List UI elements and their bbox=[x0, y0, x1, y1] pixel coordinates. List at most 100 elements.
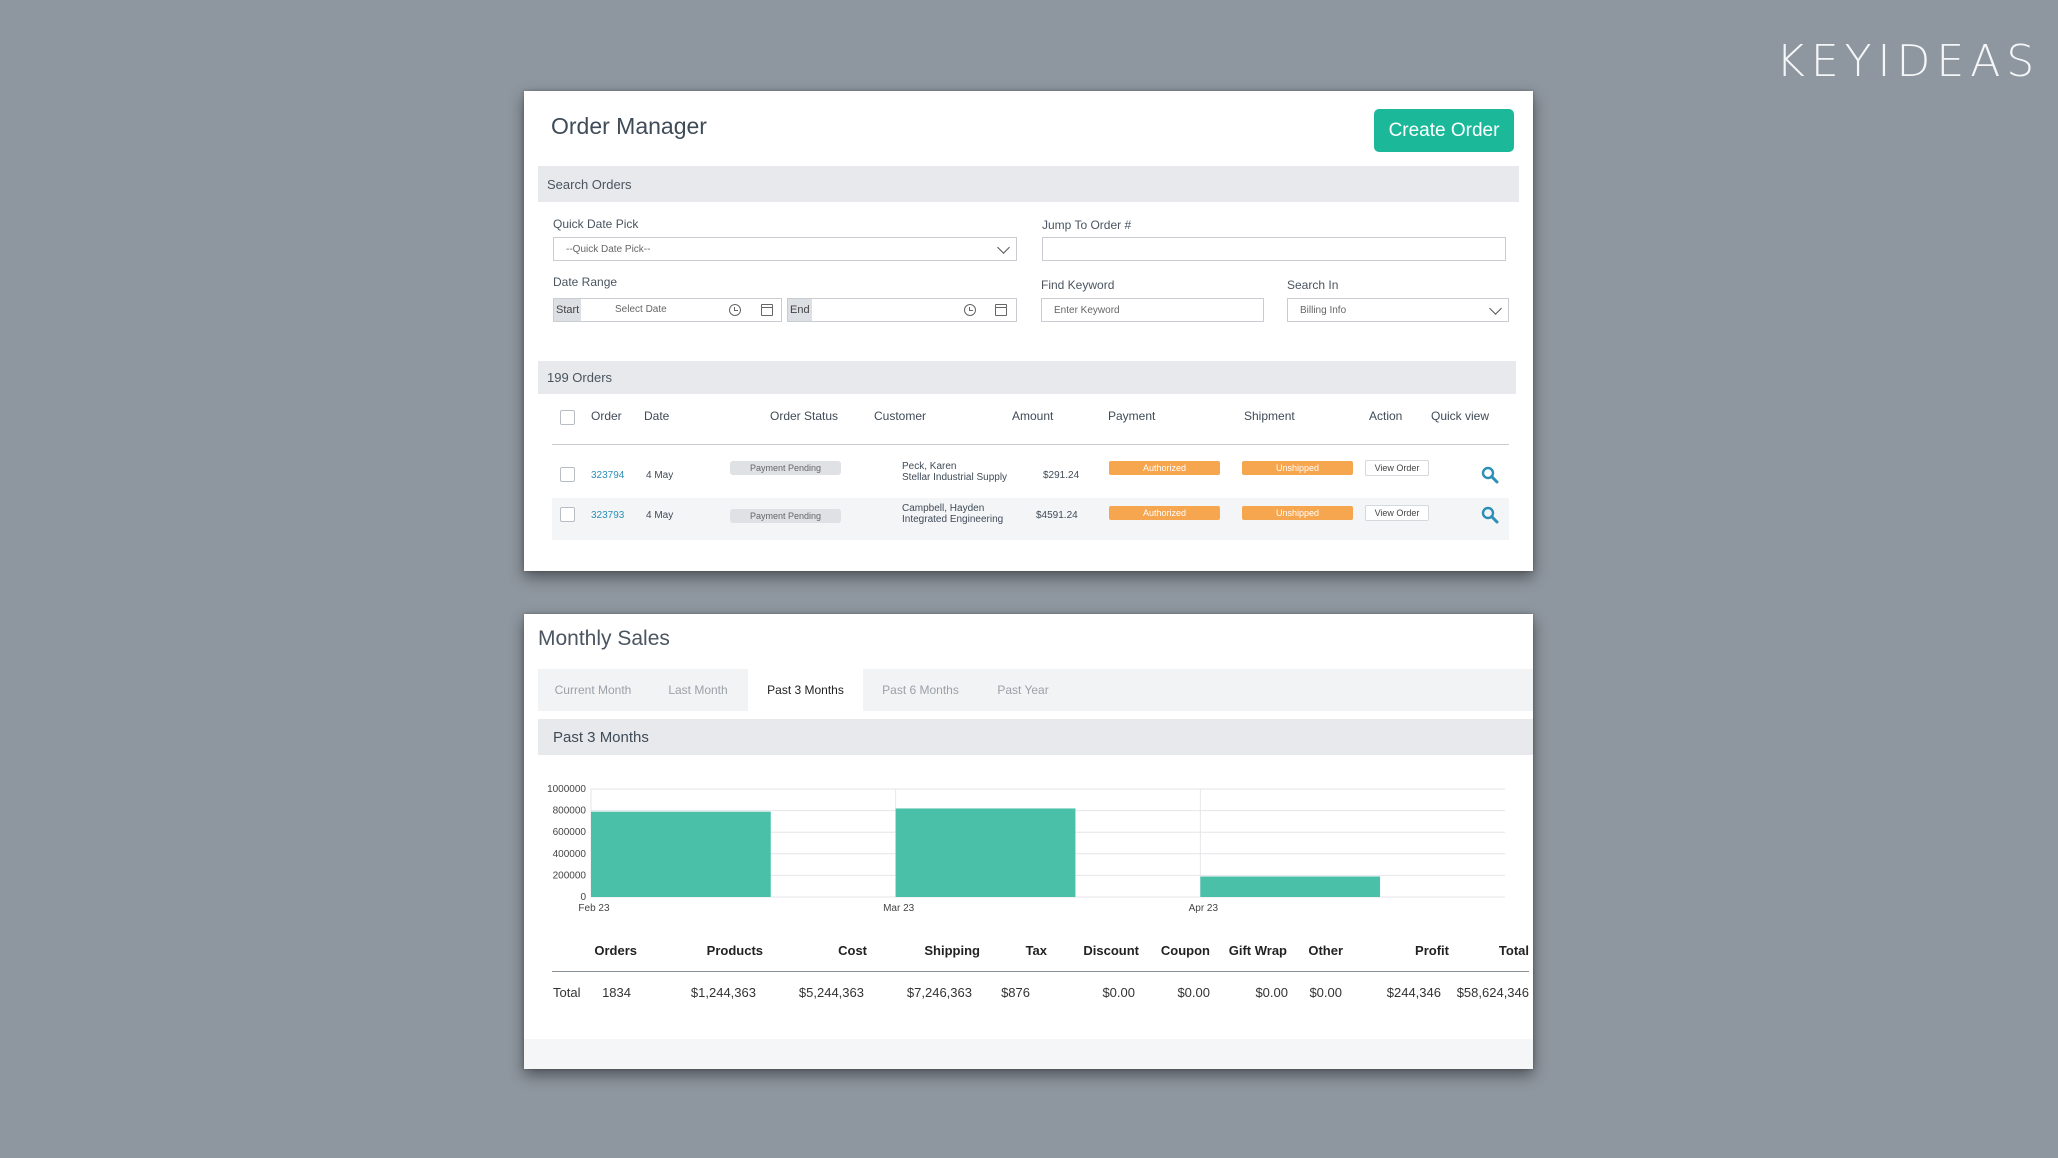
y-tick-label: 400000 bbox=[553, 849, 587, 860]
select-all-checkbox[interactable] bbox=[560, 410, 575, 425]
order-date: 4 May bbox=[646, 510, 674, 521]
sum-coupon: $0.00 bbox=[1177, 985, 1210, 1000]
y-tick-label: 600000 bbox=[553, 827, 587, 838]
orders-count-header: 199 Orders bbox=[538, 361, 1516, 394]
panel-footer bbox=[524, 1039, 1533, 1069]
find-keyword-placeholder: Enter Keyword bbox=[1054, 304, 1120, 316]
status-badge: Payment Pending bbox=[730, 461, 841, 475]
col-action: Action bbox=[1369, 409, 1403, 423]
table-header-divider bbox=[552, 444, 1509, 445]
sum-tax: $876 bbox=[1001, 985, 1030, 1000]
search-icon[interactable] bbox=[1481, 466, 1499, 484]
shipment-badge: Unshipped bbox=[1242, 506, 1353, 520]
sum-other: $0.00 bbox=[1309, 985, 1342, 1000]
sum-total: $58,624,346 bbox=[1456, 985, 1529, 1000]
sales-bar-chart: 0 200000 400000 600000 800000 1000000 Feb 23 Ma… bbox=[547, 784, 1505, 914]
sum-header-orders: Orders bbox=[594, 943, 637, 958]
jump-to-order-label: Jump To Order # bbox=[1042, 218, 1132, 232]
sum-header-other: Other bbox=[1308, 943, 1343, 958]
x-tick-label: Feb 23 bbox=[578, 903, 610, 914]
page-title: Order Manager bbox=[551, 113, 707, 139]
sum-row-label: Total bbox=[553, 985, 581, 1000]
start-date-input[interactable]: Start Select Date bbox=[553, 298, 782, 322]
order-date: 4 May bbox=[646, 470, 674, 481]
x-tick-label: Apr 23 bbox=[1189, 903, 1219, 914]
search-icon[interactable] bbox=[1481, 506, 1499, 524]
jump-to-order-input[interactable] bbox=[1042, 237, 1506, 261]
customer-name: Peck, Karen bbox=[902, 461, 957, 472]
sum-products: $1,244,363 bbox=[690, 985, 756, 1000]
y-tick-label: 200000 bbox=[553, 870, 587, 881]
shipment-badge: Unshipped bbox=[1242, 461, 1353, 475]
search-in-value: Billing Info bbox=[1300, 304, 1347, 316]
view-order-button[interactable]: View Order bbox=[1365, 460, 1429, 476]
col-order-status[interactable]: Order Status bbox=[770, 409, 838, 423]
sum-header-products: Products bbox=[706, 943, 763, 958]
col-shipment[interactable]: Shipment bbox=[1244, 409, 1295, 423]
row-checkbox[interactable] bbox=[560, 467, 575, 482]
order-number-link[interactable]: 323793 bbox=[591, 510, 624, 521]
sum-profit: $244,346 bbox=[1386, 985, 1441, 1000]
sum-header-shipping: Shipping bbox=[924, 943, 980, 958]
y-tick-label: 800000 bbox=[553, 806, 587, 817]
sum-header-coupon: Coupon bbox=[1160, 943, 1210, 958]
order-amount: $4591.24 bbox=[1036, 510, 1078, 521]
date-range-label: Date Range bbox=[553, 275, 618, 289]
create-order-button[interactable]: Create Order bbox=[1374, 109, 1514, 152]
bar bbox=[1200, 876, 1381, 897]
sum-cost: $5,244,363 bbox=[798, 985, 864, 1000]
sum-header-total: Total bbox=[1498, 943, 1529, 958]
tab-past-3-months[interactable]: Past 3 Months bbox=[748, 669, 863, 711]
end-tag: End bbox=[788, 299, 812, 321]
start-date-placeholder: Select Date bbox=[615, 304, 667, 315]
sum-header-cost: Cost bbox=[838, 943, 867, 958]
quick-date-select[interactable]: --Quick Date Pick-- bbox=[553, 237, 1017, 261]
sum-discount: $0.00 bbox=[1102, 985, 1135, 1000]
tab-current-month[interactable]: Current Month bbox=[538, 669, 648, 711]
tab-past-year[interactable]: Past Year bbox=[978, 669, 1068, 711]
order-manager-panel: Order Manager Create Order Search Orders… bbox=[524, 91, 1533, 571]
order-number-link[interactable]: 323794 bbox=[591, 470, 624, 481]
col-order[interactable]: Order bbox=[591, 409, 622, 423]
clock-icon[interactable] bbox=[729, 304, 741, 316]
y-tick-label: 1000000 bbox=[547, 784, 586, 795]
quick-date-label: Quick Date Pick bbox=[553, 217, 639, 231]
clock-icon[interactable] bbox=[964, 304, 976, 316]
search-in-select[interactable]: Billing Info bbox=[1287, 298, 1509, 322]
calendar-icon[interactable] bbox=[995, 304, 1007, 316]
customer-company: Integrated Engineering bbox=[902, 514, 1004, 525]
chevron-down-icon bbox=[1489, 302, 1502, 315]
col-date[interactable]: Date bbox=[644, 409, 669, 423]
end-date-input[interactable]: End bbox=[787, 298, 1017, 322]
table-row: 323794 4 May Payment Pending Peck, Karen… bbox=[552, 454, 1509, 496]
tab-last-month[interactable]: Last Month bbox=[648, 669, 748, 711]
sum-header-profit: Profit bbox=[1415, 943, 1449, 958]
calendar-icon[interactable] bbox=[761, 304, 773, 316]
view-order-button[interactable]: View Order bbox=[1365, 505, 1429, 521]
search-in-label: Search In bbox=[1287, 278, 1339, 292]
payment-badge: Authorized bbox=[1109, 461, 1220, 475]
customer-company: Stellar Industrial Supply bbox=[902, 472, 1008, 483]
sum-orders: 1834 bbox=[602, 985, 631, 1000]
tab-past-6-months[interactable]: Past 6 Months bbox=[863, 669, 978, 711]
sum-header-discount: Discount bbox=[1083, 943, 1139, 958]
sum-gift-wrap: $0.00 bbox=[1255, 985, 1288, 1000]
monthly-sales-title: Monthly Sales bbox=[538, 627, 670, 650]
x-tick-label: Mar 23 bbox=[883, 903, 915, 914]
payment-badge: Authorized bbox=[1109, 506, 1220, 520]
order-amount: $291.24 bbox=[1043, 470, 1080, 481]
period-tabs: Current Month Last Month Past 3 Months P… bbox=[538, 669, 1533, 711]
col-customer[interactable]: Customer bbox=[874, 409, 926, 423]
sum-header-gift-wrap: Gift Wrap bbox=[1228, 943, 1287, 958]
chevron-down-icon bbox=[997, 241, 1010, 254]
sum-header-tax: Tax bbox=[1025, 943, 1047, 958]
bar bbox=[895, 808, 1076, 897]
search-orders-header: Search Orders bbox=[538, 166, 1519, 202]
find-keyword-input[interactable]: Enter Keyword bbox=[1041, 298, 1264, 322]
bar bbox=[591, 811, 771, 897]
row-checkbox[interactable] bbox=[560, 507, 575, 522]
col-payment[interactable]: Payment bbox=[1108, 409, 1155, 423]
status-badge: Payment Pending bbox=[730, 509, 841, 523]
col-amount[interactable]: Amount bbox=[1012, 409, 1053, 423]
quick-date-value: --Quick Date Pick-- bbox=[566, 243, 651, 255]
